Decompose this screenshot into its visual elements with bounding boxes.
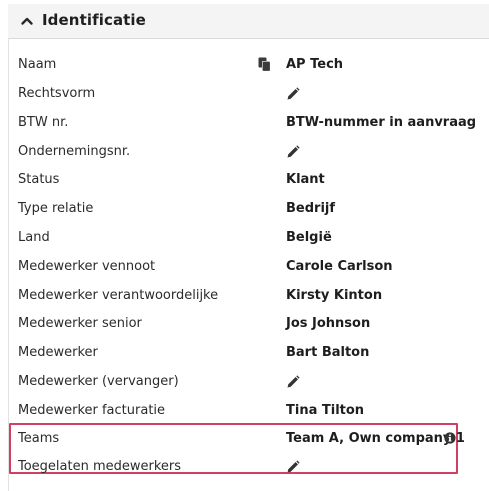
field-value-medewerker-facturatie: Tina Tilton [286,403,365,418]
pencil-icon[interactable] [286,87,300,101]
field-row-medewerker-verantwoordelijke: Medewerker verantwoordelijke Kirsty Kint… [18,288,478,310]
field-value-type-relatie: Bedrijf [286,201,336,216]
field-label-medewerker-vennoot: Medewerker vennoot [18,259,156,274]
field-row-type-relatie: Type relatie Bedrijf [18,201,478,223]
field-value-land: België [286,230,332,245]
field-row-medewerker: Medewerker Bart Balton [18,345,478,367]
info-icon[interactable] [444,432,456,444]
field-label-medewerker-facturatie: Medewerker facturatie [18,403,166,418]
identificatie-panel: Identificatie Naam AP Tech Rechtsvorm BT… [0,0,489,491]
field-row-land: Land België [18,230,478,252]
field-label-ondernemingsnr: Ondernemingsnr. [18,144,131,159]
field-label-btw: BTW nr. [18,115,69,130]
field-value-medewerker-vennoot: Carole Carlson [286,259,393,274]
field-label-toegelaten-medewerkers: Toegelaten medewerkers [18,459,182,474]
field-label-medewerker-senior: Medewerker senior [18,316,142,331]
field-row-naam: Naam AP Tech [18,57,478,79]
pencil-icon[interactable] [286,375,300,389]
field-row-status: Status Klant [18,172,478,194]
field-value-btw: BTW-nummer in aanvraag [286,115,477,130]
pencil-icon[interactable] [286,460,300,474]
field-row-ondernemingsnr: Ondernemingsnr. [18,144,478,166]
field-label-medewerker: Medewerker [18,345,98,360]
field-label-type-relatie: Type relatie [18,201,94,216]
field-row-medewerker-vennoot: Medewerker vennoot Carole Carlson [18,259,478,281]
pencil-icon[interactable] [286,145,300,159]
field-value-status: Klant [286,172,325,187]
field-label-teams: Teams [18,431,60,446]
field-value-teams: Team A, Own company 1 [286,431,465,446]
field-value-medewerker-senior: Jos Johnson [286,316,371,331]
field-row-medewerker-senior: Medewerker senior Jos Johnson [18,316,478,338]
field-label-land: Land [18,230,50,245]
copy-icon[interactable] [258,57,271,72]
field-value-naam: AP Tech [286,57,344,72]
chevron-up-icon[interactable] [20,14,34,28]
section-title: Identificatie [42,11,146,29]
field-row-btw: BTW nr. BTW-nummer in aanvraag [18,115,478,137]
field-label-status: Status [18,172,60,187]
field-row-toegelaten-medewerkers: Toegelaten medewerkers [18,459,478,481]
field-label-naam: Naam [18,57,57,72]
field-value-medewerker-verantwoordelijke: Kirsty Kinton [286,288,383,303]
section-header[interactable]: Identificatie [8,4,489,39]
field-label-rechtsvorm: Rechtsvorm [18,86,96,101]
field-value-medewerker: Bart Balton [286,345,370,360]
field-row-rechtsvorm: Rechtsvorm [18,86,478,108]
field-row-medewerker-vervanger: Medewerker (vervanger) [18,374,478,396]
field-label-medewerker-vervanger: Medewerker (vervanger) [18,374,179,389]
field-row-teams: Teams Team A, Own company 1 [18,431,478,453]
field-label-medewerker-verantwoordelijke: Medewerker verantwoordelijke [18,288,219,303]
field-row-medewerker-facturatie: Medewerker facturatie Tina Tilton [18,403,478,425]
